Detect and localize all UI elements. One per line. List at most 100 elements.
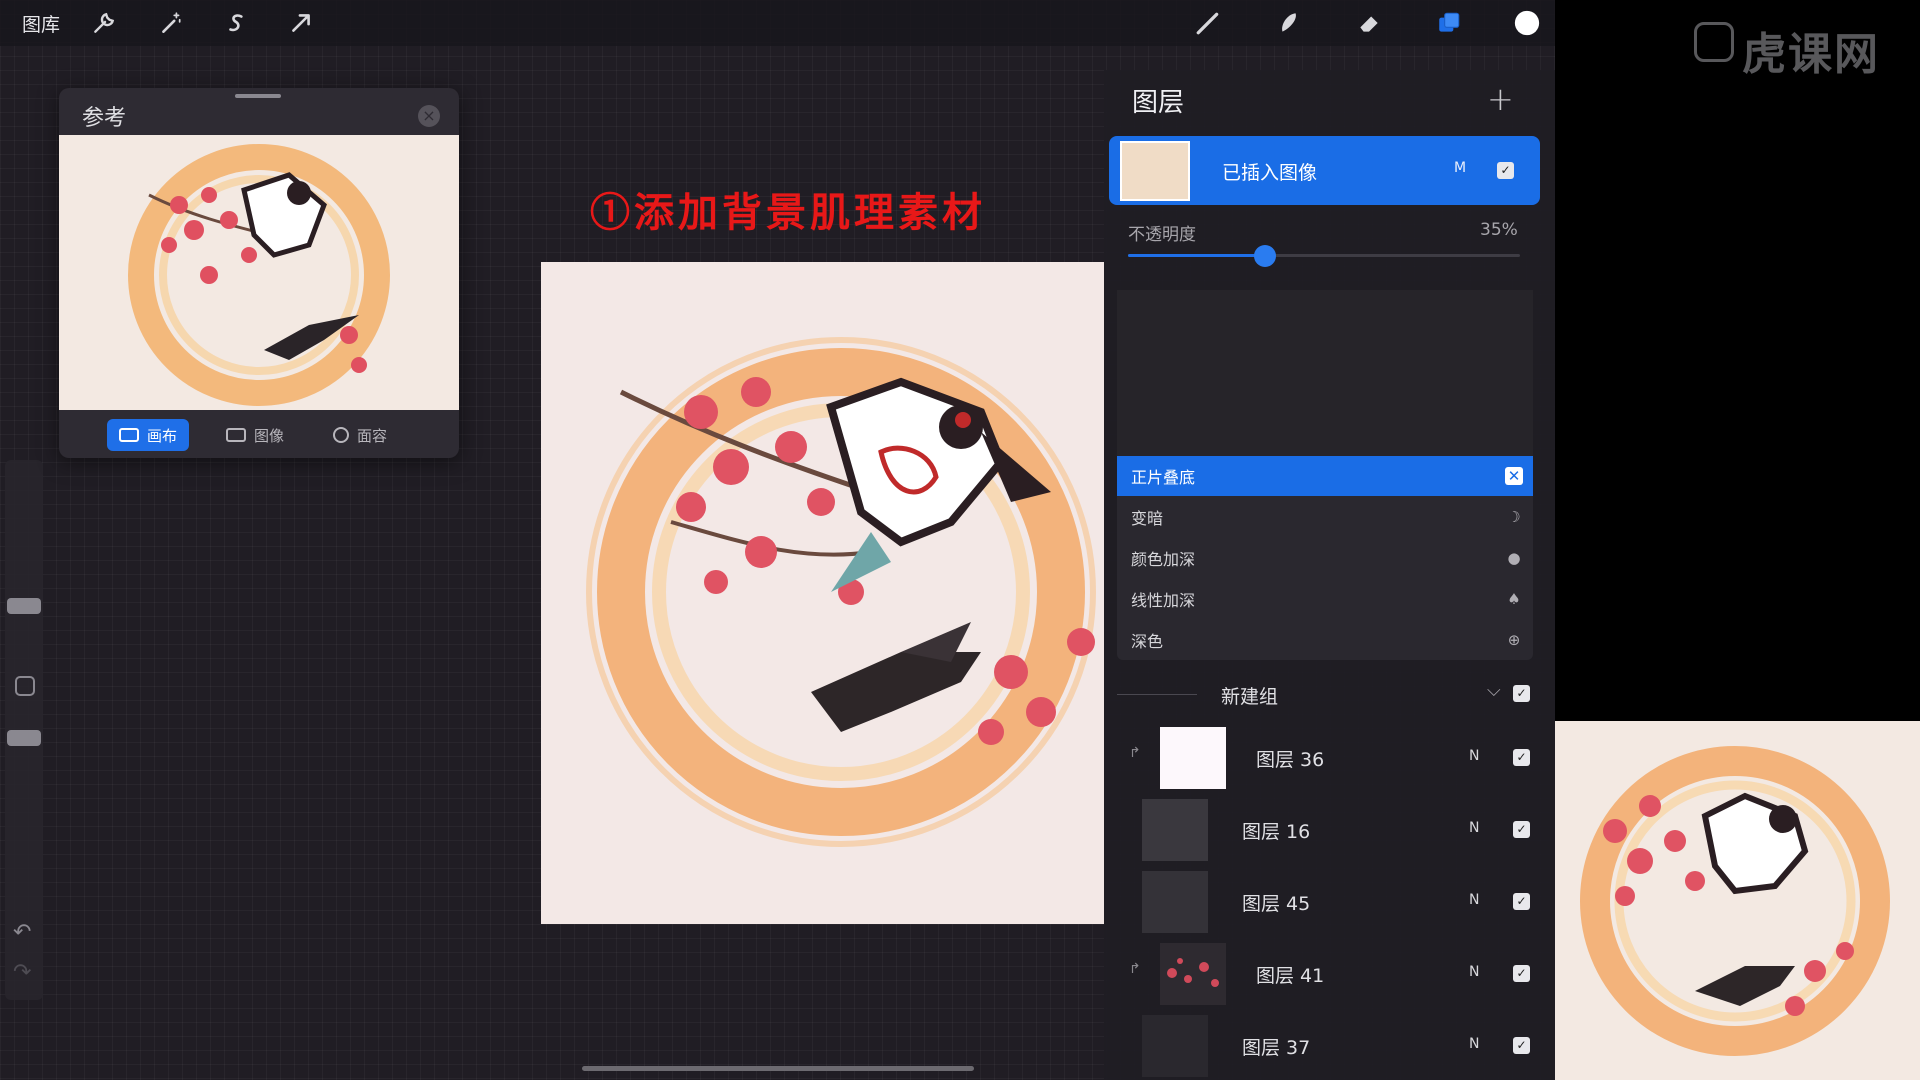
tutorial-annotation: ①添加背景肌理素材 [590, 189, 986, 236]
layer-thumbnail [1142, 871, 1208, 933]
layer-row[interactable]: ↱ 图层 41 N ✓ [1117, 939, 1540, 1011]
blend-mode-darken[interactable]: 变暗 ☽ [1117, 497, 1533, 537]
reference-image [59, 135, 459, 410]
blend-mode-button[interactable]: N [1469, 964, 1479, 980]
blend-mode-button[interactable]: N [1469, 748, 1479, 764]
blend-mode-button[interactable]: N [1469, 820, 1479, 836]
moon-icon: ☽ [1507, 508, 1521, 526]
preview-image [1555, 721, 1920, 1080]
procreate-app: 图库 ↶ ↷ 参考 × 画布 图像 面容 ①添加背景肌理素材 图层 + 已插入图… [0, 0, 1555, 1080]
flame-icon: ♠ [1507, 590, 1521, 608]
eraser-icon[interactable] [1354, 8, 1384, 38]
active-layer-row[interactable]: 已插入图像 M ✓ [1109, 136, 1540, 205]
reference-tabs: 画布 图像 面容 [59, 410, 459, 458]
group-divider [1117, 694, 1197, 695]
visibility-checkbox[interactable]: ✓ [1513, 965, 1530, 982]
visibility-checkbox[interactable]: ✓ [1513, 893, 1530, 910]
tab-canvas[interactable]: 画布 [107, 419, 190, 451]
layer-thumbnail [1160, 943, 1226, 1005]
wrench-icon[interactable] [89, 8, 119, 38]
gallery-button[interactable]: 图库 [22, 10, 60, 37]
group-name: 新建组 [1221, 686, 1279, 708]
tab-label: 图像 [254, 426, 285, 445]
smudge-icon[interactable] [1274, 8, 1304, 38]
layers-title: 图层 [1132, 88, 1185, 118]
transform-arrow-icon[interactable] [286, 8, 316, 38]
blend-mode-menu: 正片叠底 ✕ 变暗 ☽ 颜色加深 ● 线性加深 ♠ 深色 ⊕ [1117, 290, 1533, 660]
layer-name: 已插入图像 [1222, 162, 1318, 184]
clipping-mask-icon: ↱ [1129, 961, 1141, 977]
magic-wand-icon[interactable] [156, 8, 186, 38]
multiply-icon: ✕ [1505, 467, 1523, 485]
layer-name: 图层 16 [1242, 821, 1311, 843]
layer-name: 图层 45 [1242, 893, 1311, 915]
layer-row[interactable]: 图层 37 N ✓ [1117, 1011, 1540, 1080]
tab-label: 面容 [357, 426, 388, 445]
opacity-slider-fill [1128, 254, 1266, 257]
blend-mode-label: 深色 [1131, 632, 1164, 651]
opacity-slider[interactable] [7, 730, 41, 746]
watermark: 虎课网 [1742, 29, 1880, 80]
visibility-checkbox[interactable]: ✓ [1513, 1037, 1530, 1054]
close-icon[interactable]: × [418, 105, 440, 127]
blend-mode-darker-color[interactable]: 深色 ⊕ [1117, 620, 1533, 660]
tab-image[interactable]: 图像 [214, 419, 296, 451]
blend-mode-button[interactable]: N [1469, 1036, 1479, 1052]
watermark-logo-icon [1694, 22, 1734, 62]
layers-panel: 图层 + 已插入图像 M ✓ 不透明度 35% 正片叠底 ✕ 变暗 ☽ 颜色加深… [1104, 70, 1555, 1080]
image-icon [226, 428, 246, 442]
blend-mode-label: 变暗 [1131, 509, 1164, 528]
layer-thumbnail [1142, 1015, 1208, 1077]
layers-icon[interactable] [1434, 8, 1464, 38]
face-icon [333, 427, 349, 443]
visibility-checkbox[interactable]: ✓ [1513, 821, 1530, 838]
reference-panel[interactable]: 参考 × 画布 图像 面容 [59, 88, 459, 458]
visibility-checkbox[interactable]: ✓ [1497, 162, 1514, 179]
tab-label: 画布 [147, 426, 178, 445]
layer-row[interactable]: ↱ 图层 36 N ✓ [1117, 723, 1540, 795]
blend-mode-label: 线性加深 [1131, 591, 1196, 610]
tab-face[interactable]: 面容 [321, 419, 399, 451]
brush-size-slider[interactable] [7, 598, 41, 614]
undo-icon[interactable]: ↶ [13, 920, 31, 945]
visibility-checkbox[interactable]: ✓ [1513, 685, 1530, 702]
layer-row[interactable]: 图层 16 N ✓ [1117, 795, 1540, 867]
layer-thumbnail [1120, 141, 1190, 201]
home-indicator [582, 1066, 974, 1071]
blend-mode-button[interactable]: N [1469, 892, 1479, 908]
layer-name: 图层 37 [1242, 1037, 1311, 1059]
clipping-mask-icon: ↱ [1129, 745, 1141, 761]
add-layer-button[interactable]: + [1487, 80, 1514, 118]
drawing-canvas[interactable] [541, 262, 1104, 924]
blend-mode-label: 颜色加深 [1131, 550, 1196, 569]
drag-handle[interactable] [235, 94, 281, 98]
layer-name: 图层 36 [1256, 749, 1325, 771]
layer-thumbnail [1160, 727, 1226, 789]
burn-icon: ● [1507, 549, 1521, 567]
color-swatch-icon[interactable] [1512, 8, 1542, 38]
visibility-checkbox[interactable]: ✓ [1513, 749, 1530, 766]
left-sidebar: ↶ ↷ [5, 460, 43, 1000]
canvas-icon [119, 428, 139, 442]
blend-mode-button[interactable]: M [1454, 160, 1466, 176]
redo-icon[interactable]: ↷ [13, 960, 31, 985]
opacity-value: 35% [1480, 220, 1518, 240]
brush-icon[interactable] [1193, 8, 1223, 38]
selection-icon[interactable] [222, 8, 252, 38]
top-toolbar: 图库 [0, 0, 1555, 46]
blend-mode-list-top [1117, 290, 1533, 456]
layer-row[interactable]: 图层 45 N ✓ [1117, 867, 1540, 939]
layer-name: 图层 41 [1256, 965, 1325, 987]
reference-title: 参考 [82, 106, 127, 131]
opacity-label: 不透明度 [1128, 225, 1196, 245]
modify-button[interactable] [15, 676, 35, 696]
opacity-slider-knob[interactable] [1254, 245, 1277, 267]
blend-mode-multiply[interactable]: 正片叠底 ✕ [1117, 456, 1533, 496]
dark-circle-icon: ⊕ [1507, 631, 1521, 649]
opacity-slider-track[interactable] [1128, 245, 1520, 267]
chevron-down-icon[interactable]: ⌵ [1487, 680, 1501, 701]
blend-mode-linear-burn[interactable]: 线性加深 ♠ [1117, 579, 1533, 619]
layer-group-row[interactable]: 新建组 ⌵ ✓ [1117, 670, 1540, 720]
layer-thumbnail [1142, 799, 1208, 861]
blend-mode-color-burn[interactable]: 颜色加深 ● [1117, 538, 1533, 578]
